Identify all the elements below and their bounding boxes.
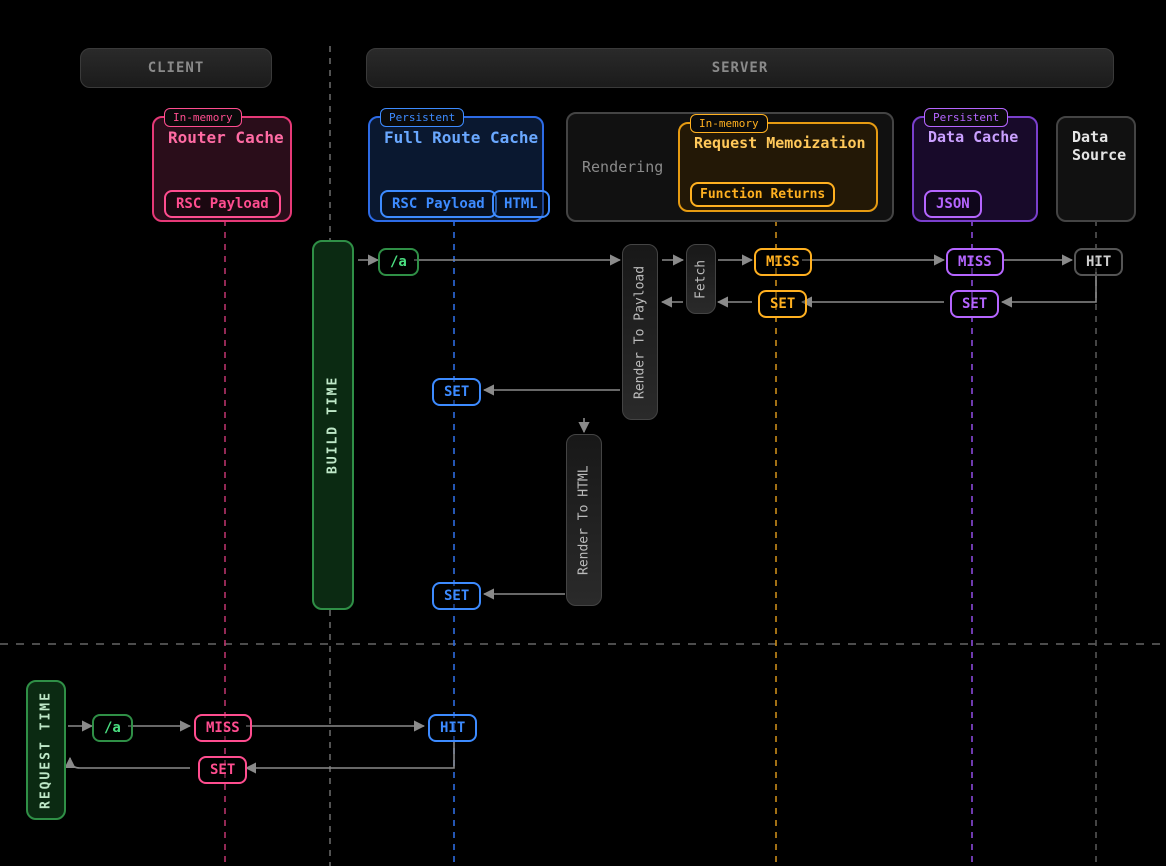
miss-data-pill: MISS [946,248,1004,276]
data-cache-badge: Persistent [924,108,1008,127]
request-time-bar: REQUEST TIME [26,680,66,820]
hit-source-pill: HIT [1074,248,1123,276]
full-route-cache-card: Persistent Full Route Cache RSC Payload … [368,116,544,222]
route-a-request-chip: /a [92,714,133,742]
set-router-pill: SET [198,756,247,784]
router-cache-title: Router Cache [168,128,284,147]
rendering-label: Rendering [582,158,663,176]
build-time-bar: BUILD TIME [312,240,354,610]
data-source-card: Data Source [1056,116,1136,222]
set-data-pill: SET [950,290,999,318]
route-a-build-chip: /a [378,248,419,276]
full-route-title: Full Route Cache [384,128,538,147]
req-memo-title: Request Memoization [694,134,866,152]
router-cache-card: In-memory Router Cache RSC Payload [152,116,292,222]
miss-router-pill: MISS [194,714,252,742]
miss-memo-pill: MISS [754,248,812,276]
render-to-payload-block: Render To Payload [622,244,658,420]
full-route-rsc-chip: RSC Payload [380,190,497,218]
request-memoization-card: In-memory Request Memoization Function R… [678,122,878,212]
router-cache-rsc-chip: RSC Payload [164,190,281,218]
set-html-pill: SET [432,582,481,610]
server-header: SERVER [366,48,1114,88]
data-cache-card: Persistent Data Cache JSON [912,116,1038,222]
router-cache-badge: In-memory [164,108,242,127]
set-payload-pill: SET [432,378,481,406]
data-source-title: Data Source [1072,128,1126,164]
full-route-badge: Persistent [380,108,464,127]
full-route-html-chip: HTML [492,190,550,218]
hit-route-pill: HIT [428,714,477,742]
client-header: CLIENT [80,48,272,88]
req-memo-badge: In-memory [690,114,768,133]
set-memo-pill: SET [758,290,807,318]
fetch-block: Fetch [686,244,716,314]
req-memo-chip: Function Returns [690,182,835,207]
data-cache-json-chip: JSON [924,190,982,218]
data-cache-title: Data Cache [928,128,1018,146]
render-to-html-block: Render To HTML [566,434,602,606]
